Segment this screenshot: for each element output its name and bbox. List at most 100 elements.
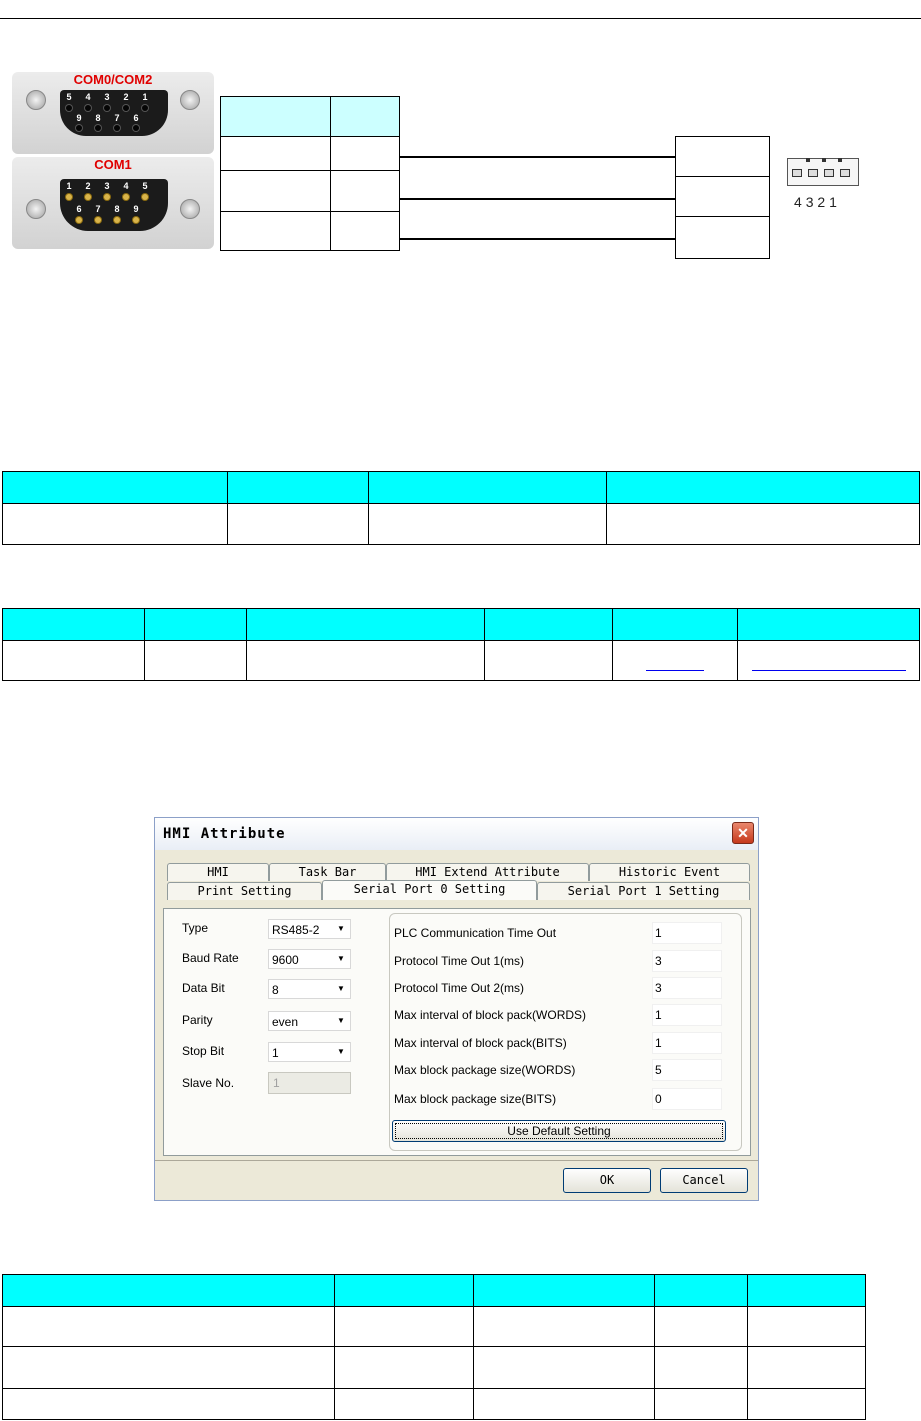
table-cell (246, 640, 485, 681)
pin-label: 8 (114, 204, 120, 214)
dialog-title: HMI Attribute (163, 826, 286, 842)
header-cell (606, 471, 920, 504)
terminal-label: 1 (829, 194, 837, 210)
table-header-row (2, 471, 920, 504)
tab-serial-port-0-setting[interactable]: Serial Port 0 Setting (322, 880, 537, 900)
field-label: Max interval of block pack(BITS) (394, 1036, 567, 1050)
terminal-label: 4 (794, 194, 802, 210)
table-cell (747, 1306, 866, 1347)
field-label: Max block package size(WORDS) (394, 1063, 576, 1077)
pin-label: 6 (76, 204, 82, 214)
pin-mapping-table (220, 96, 400, 251)
max-interval-bits-input[interactable]: 1 (652, 1032, 722, 1054)
table-cell (330, 136, 400, 171)
top-rule (0, 18, 921, 19)
link-cell[interactable] (737, 640, 920, 681)
header-cell (747, 1274, 866, 1307)
max-interval-words-input[interactable]: 1 (652, 1004, 722, 1026)
pin-label: 2 (123, 92, 129, 102)
plc-timeout-input[interactable]: 1 (652, 922, 722, 944)
table-cell (473, 1388, 655, 1420)
table-cell (220, 211, 331, 251)
link-cell[interactable] (612, 640, 738, 681)
table-3 (2, 1274, 866, 1420)
table-cell (2, 1306, 335, 1347)
table-cell (654, 1388, 748, 1420)
pin-label: 4 (123, 181, 129, 191)
pin-contact (76, 217, 82, 223)
table-row (2, 640, 920, 681)
pin-label: 1 (66, 181, 72, 191)
table-cell (484, 640, 613, 681)
header-cell (227, 471, 369, 504)
pin-label: 1 (142, 92, 148, 102)
type-label: Type (182, 921, 209, 935)
slave-no-field: 1 (268, 1072, 351, 1094)
table-2 (2, 608, 920, 681)
table-cell (227, 503, 369, 545)
pin-hole (95, 125, 101, 131)
header-cell (220, 96, 331, 137)
table-header-row (2, 608, 920, 641)
com1-connector: COM1 1 2 3 4 5 6 7 8 9 (12, 157, 214, 249)
dropdown-arrow-icon[interactable]: ▼ (333, 951, 349, 967)
tab-hmi[interactable]: HMI (167, 863, 269, 881)
hyperlink[interactable] (751, 670, 906, 671)
hmi-attribute-dialog: HMI Attribute ✕ HMI Task Bar HMI Extend … (154, 817, 759, 1201)
dropdown-arrow-icon[interactable]: ▼ (333, 981, 349, 997)
terminal-label: 2 (817, 194, 826, 210)
tab-print-setting[interactable]: Print Setting (167, 882, 322, 900)
field-label: Max block package size(BITS) (394, 1092, 557, 1106)
table-row (2, 1306, 866, 1347)
field-label: Protocol Time Out 2(ms) (394, 981, 525, 995)
table-cell (330, 170, 400, 212)
hyperlink[interactable] (646, 670, 704, 671)
protocol-timeout-1-input[interactable]: 3 (652, 950, 722, 972)
header-cell (737, 608, 920, 641)
table-cell (220, 136, 331, 171)
pin-label: 9 (133, 204, 139, 214)
table-cell (473, 1346, 655, 1389)
ok-button[interactable]: OK (563, 1168, 651, 1193)
use-default-setting-button[interactable]: Use Default Setting (392, 1120, 726, 1142)
pin-label: 8 (95, 113, 101, 123)
pin-contact (123, 194, 129, 200)
dialog-titlebar[interactable]: HMI Attribute ✕ (155, 818, 758, 850)
pin-contact (85, 194, 91, 200)
db9-male-shell: 1 2 3 4 5 6 7 8 9 (60, 179, 168, 231)
timing-settings-group: PLC Communication Time Out 1 Protocol Ti… (389, 913, 742, 1151)
max-package-words-input[interactable]: 5 (652, 1059, 722, 1081)
tab-task-bar[interactable]: Task Bar (269, 863, 386, 881)
tab-serial-port-1-setting[interactable]: Serial Port 1 Setting (537, 882, 750, 900)
header-cell (2, 1274, 335, 1307)
protocol-timeout-2-input[interactable]: 3 (652, 977, 722, 999)
baud-rate-select[interactable]: 9600 ▼ (268, 949, 351, 969)
pin-label: 9 (76, 113, 82, 123)
data-bit-select[interactable]: 8 ▼ (268, 979, 351, 999)
tab-historic-event[interactable]: Historic Event (589, 863, 750, 881)
pin-contact (66, 194, 72, 200)
close-icon[interactable]: ✕ (732, 822, 754, 844)
table-header-row (2, 1274, 866, 1307)
type-select[interactable]: RS485-2 ▼ (268, 919, 351, 939)
pin-hole (76, 125, 82, 131)
pin-contact (114, 217, 120, 223)
table-cell (334, 1306, 474, 1347)
stop-bit-select[interactable]: 1 ▼ (268, 1042, 351, 1062)
dropdown-arrow-icon[interactable]: ▼ (333, 1013, 349, 1029)
dropdown-arrow-icon[interactable]: ▼ (333, 1044, 349, 1060)
wire (399, 156, 676, 158)
table-row (220, 136, 400, 171)
table-cell (220, 170, 331, 212)
pin-hole (85, 105, 91, 111)
dropdown-arrow-icon[interactable]: ▼ (333, 921, 349, 937)
parity-select[interactable]: even ▼ (268, 1011, 351, 1031)
com1-title: COM1 (94, 157, 132, 172)
pin-hole (133, 125, 139, 131)
cancel-button[interactable]: Cancel (660, 1168, 748, 1193)
data-bit-label: Data Bit (182, 981, 225, 995)
tab-hmi-extend-attribute[interactable]: HMI Extend Attribute (386, 863, 589, 881)
max-package-bits-input[interactable]: 0 (652, 1088, 722, 1110)
table-row (220, 211, 400, 251)
table-row (220, 170, 400, 212)
